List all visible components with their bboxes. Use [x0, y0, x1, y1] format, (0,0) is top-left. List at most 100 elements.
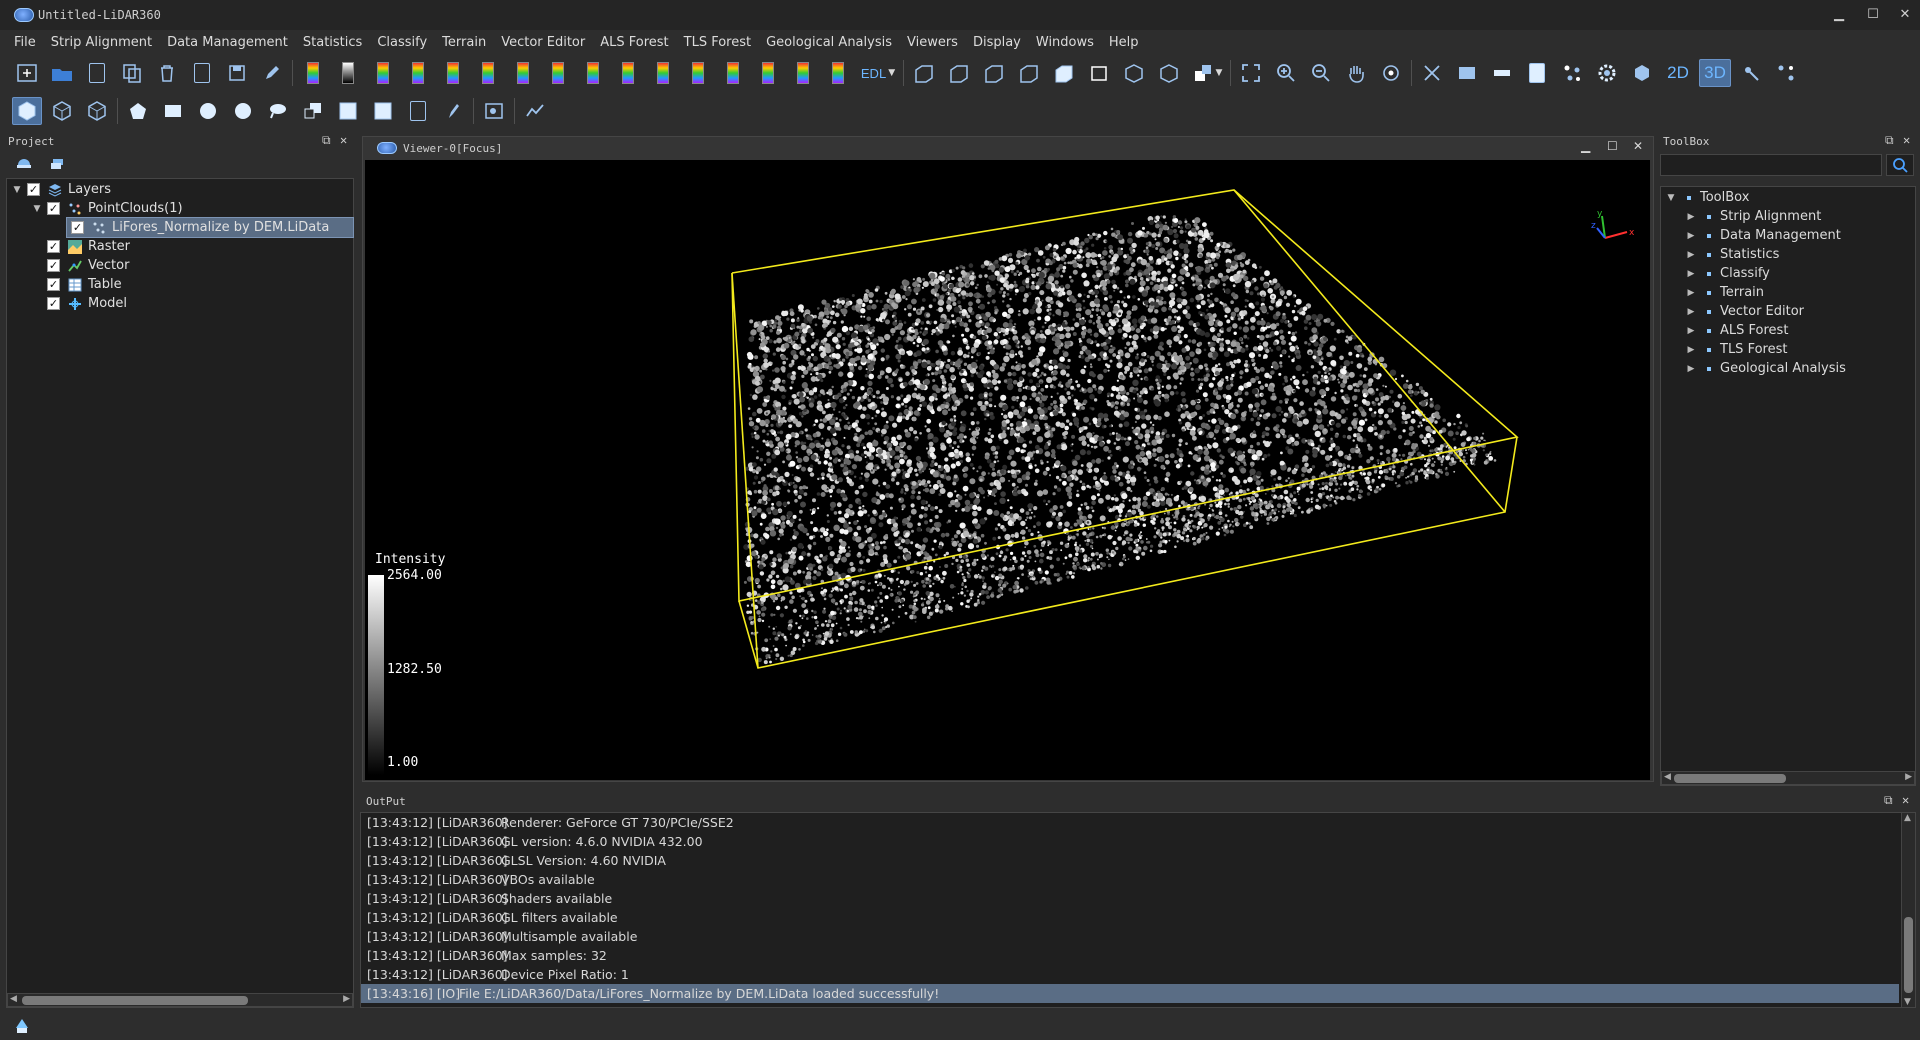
collapsed-arrow-icon[interactable]: ▶: [1685, 212, 1697, 222]
menu-help[interactable]: Help: [1109, 35, 1139, 50]
zoom-extent-button[interactable]: [1236, 59, 1266, 87]
render-settings-button[interactable]: [1627, 59, 1657, 87]
layer-checkbox[interactable]: ✓: [47, 202, 60, 215]
toolbox-item-strip-alignment[interactable]: ▶ Strip Alignment: [1685, 207, 1822, 226]
lasso-select-button[interactable]: [263, 97, 293, 125]
close-panel-icon[interactable]: ✕: [1902, 793, 1909, 807]
classify-selection-button[interactable]: [479, 97, 509, 125]
menu-statistics[interactable]: Statistics: [303, 35, 362, 50]
menu-data-management[interactable]: Data Management: [167, 35, 288, 50]
menu-geological-analysis[interactable]: Geological Analysis: [766, 35, 892, 50]
log-line-selected[interactable]: [13:43:16] [IO] File E:/LiDAR360/Data/LiF…: [361, 984, 1899, 1003]
zoom-out-button[interactable]: [1306, 59, 1336, 87]
multi-point-button[interactable]: [1771, 59, 1801, 87]
color-by-point-source-button[interactable]: [543, 59, 573, 87]
toolbox-item-classify[interactable]: ▶ Classify: [1685, 264, 1770, 283]
color-by-field-b-button[interactable]: [648, 59, 678, 87]
invert-select-button[interactable]: [368, 97, 398, 125]
view-back-button[interactable]: [944, 59, 974, 87]
scroll-left-icon[interactable]: ◀: [10, 994, 17, 1004]
tree-item-raster[interactable]: ✓ Raster: [47, 237, 130, 256]
scrollbar-thumb[interactable]: [1904, 917, 1913, 993]
output-vertical-scrollbar[interactable]: ▲ ▼: [1901, 813, 1915, 1007]
open-folder-button[interactable]: [47, 59, 77, 87]
export-button[interactable]: [187, 59, 217, 87]
collapsed-arrow-icon[interactable]: ▶: [1685, 345, 1697, 355]
toolbox-item-statistics[interactable]: ▶ Statistics: [1685, 245, 1780, 264]
scrollbar-thumb[interactable]: [1674, 774, 1786, 783]
toolbox-item-terrain[interactable]: ▶ Terrain: [1685, 283, 1764, 302]
point-picking-button[interactable]: [1557, 59, 1587, 87]
close-panel-icon[interactable]: ✕: [340, 133, 347, 147]
cross-section-button[interactable]: [1417, 59, 1447, 87]
clip-button[interactable]: [403, 97, 433, 125]
toolbox-search-input[interactable]: [1660, 154, 1882, 176]
collapsed-arrow-icon[interactable]: ▶: [1685, 250, 1697, 260]
color-by-classification-button[interactable]: [368, 59, 398, 87]
clear-select-button[interactable]: [333, 97, 363, 125]
toolbox-item-data-management[interactable]: ▶ Data Management: [1685, 226, 1841, 245]
menu-file[interactable]: File: [14, 35, 36, 50]
pick-tool-button[interactable]: [1736, 59, 1766, 87]
copy-button[interactable]: [117, 59, 147, 87]
view-2d-button[interactable]: 2D: [1662, 59, 1694, 87]
tree-item-pointclouds[interactable]: ▼ ✓ PointClouds(1): [31, 199, 183, 218]
edl-dropdown-button[interactable]: EDL ▼: [858, 59, 898, 87]
float-panel-icon[interactable]: ⧉: [1885, 133, 1894, 148]
layer-checkbox[interactable]: ✓: [47, 278, 60, 291]
view-bottom-button[interactable]: [1084, 59, 1114, 87]
layer-checkbox[interactable]: ✓: [47, 240, 60, 253]
new-project-button[interactable]: [12, 59, 42, 87]
scroll-right-icon[interactable]: ▶: [343, 994, 350, 1004]
layer-select-button[interactable]: [298, 97, 328, 125]
document-button[interactable]: [1522, 59, 1552, 87]
toolbox-item-tls-forest[interactable]: ▶ TLS Forest: [1685, 340, 1788, 359]
tree-item-layers[interactable]: ▼ ✓ Layers: [11, 180, 112, 199]
menu-windows[interactable]: Windows: [1036, 35, 1094, 50]
collapsed-arrow-icon[interactable]: ▶: [1685, 288, 1697, 298]
menu-terrain[interactable]: Terrain: [442, 35, 486, 50]
layer-checkbox[interactable]: ✓: [27, 183, 40, 196]
tree-item-lidata-file[interactable]: ✓ LiFores_Normalize by DEM.LiData: [66, 217, 354, 238]
toolbox-root-item[interactable]: ▼ ToolBox: [1665, 188, 1750, 207]
3d-viewport[interactable]: x y z Intensity 2564.00 1282.50 1.00: [365, 160, 1650, 780]
tree-item-table[interactable]: ✓ Table: [47, 275, 122, 294]
expand-arrow-icon[interactable]: ▼: [11, 185, 23, 195]
ellipse-select-button[interactable]: [228, 97, 258, 125]
color-by-density-button[interactable]: [508, 59, 538, 87]
layer-checkbox[interactable]: ✓: [47, 259, 60, 272]
color-by-return-button[interactable]: [403, 59, 433, 87]
statistics-chart-button[interactable]: [520, 97, 550, 125]
color-by-field-a-button[interactable]: [613, 59, 643, 87]
viewer-maximize-icon[interactable]: ☐: [1607, 139, 1618, 153]
menu-als-forest[interactable]: ALS Forest: [600, 35, 668, 50]
layer-checkbox[interactable]: ✓: [47, 297, 60, 310]
color-by-field-e-button[interactable]: [753, 59, 783, 87]
viewer-minimize-icon[interactable]: ▁: [1581, 139, 1590, 153]
view-iso-1-button[interactable]: [1119, 59, 1149, 87]
delete-button[interactable]: [152, 59, 182, 87]
maximize-button[interactable]: ☐: [1860, 4, 1886, 24]
menu-vector-editor[interactable]: Vector Editor: [501, 35, 585, 50]
menu-strip-alignment[interactable]: Strip Alignment: [51, 35, 152, 50]
rotation-center-button[interactable]: [1376, 59, 1406, 87]
close-panel-icon[interactable]: ✕: [1903, 133, 1910, 147]
scroll-right-icon[interactable]: ▶: [1905, 772, 1912, 782]
select-pointcloud-button[interactable]: [12, 97, 42, 125]
menu-classify[interactable]: Classify: [377, 35, 427, 50]
save-button[interactable]: [222, 59, 252, 87]
color-by-field-c-button[interactable]: [683, 59, 713, 87]
project-horizontal-scrollbar[interactable]: ◀ ▶: [7, 993, 353, 1007]
toolbox-item-vector-editor[interactable]: ▶ Vector Editor: [1685, 302, 1805, 321]
menu-tls-forest[interactable]: TLS Forest: [684, 35, 751, 50]
collapsed-arrow-icon[interactable]: ▶: [1685, 326, 1697, 336]
view-top-button[interactable]: [1049, 59, 1079, 87]
color-by-intensity-button[interactable]: [333, 59, 363, 87]
color-by-field-f-button[interactable]: [788, 59, 818, 87]
layer-checkbox[interactable]: ✓: [71, 221, 84, 234]
search-button[interactable]: [1886, 154, 1914, 176]
select-inside-button[interactable]: [47, 97, 77, 125]
toolbox-item-geological-analysis[interactable]: ▶ Geological Analysis: [1685, 359, 1846, 378]
view-right-button[interactable]: [1014, 59, 1044, 87]
tree-item-vector[interactable]: ✓ Vector: [47, 256, 129, 275]
